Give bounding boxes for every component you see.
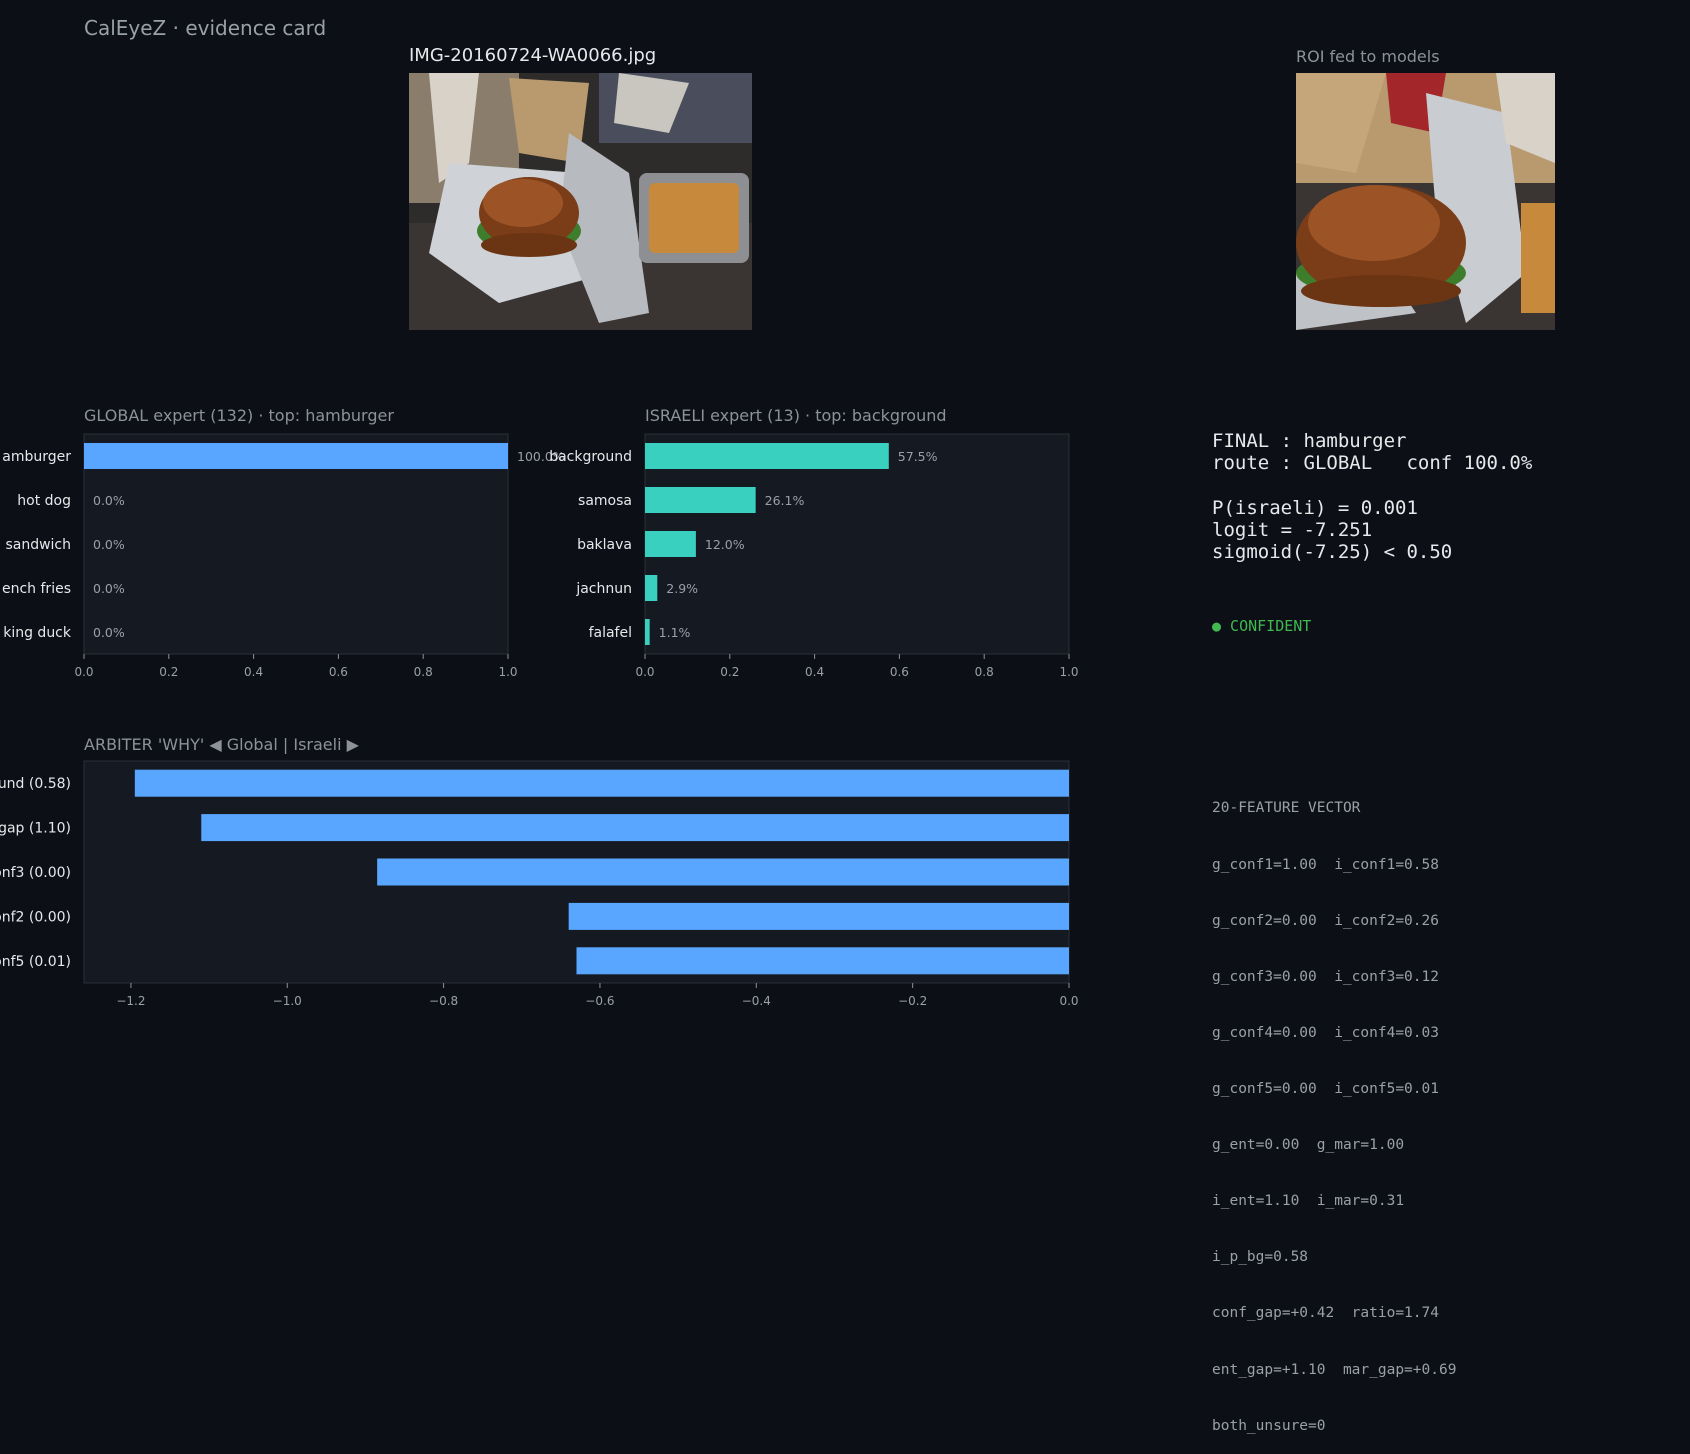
global-value-label: 0.0% [93,537,125,552]
global-tick-label: 0.6 [329,665,348,679]
israeli-bar [645,575,658,601]
israeli-category-label: background [549,449,632,465]
probability-block: P(israeli) = 0.001 logit = -7.251 sigmoid(… [1212,497,1452,563]
israeli-chart-title: ISRAELI expert (13) · top: background [645,406,947,425]
p-israeli-line: P(israeli) = 0.001 [1212,497,1418,519]
israeli-tick-label: 1.0 [1059,665,1078,679]
feature-vector-header: 20-FEATURE VECTOR [1212,800,1361,817]
feature-line: g_conf1=1.00 i_conf1=0.58 [1212,856,1439,873]
israeli-category-label: falafel [589,625,632,641]
feature-line: g_conf3=0.00 i_conf3=0.12 [1212,968,1439,985]
arbiter-category-label: gap (1.10) [0,821,71,837]
israeli-bar [645,531,696,557]
global-value-label: 0.0% [93,581,125,596]
israeli-value-label: 57.5% [898,449,938,464]
global-tick-label: 0.4 [244,665,263,679]
global-bar [84,443,508,469]
arbiter-category-label: onf5 (0.01) [0,954,71,970]
confidence-status: ● CONFIDENT [1212,617,1312,635]
israeli-tick-label: 0.2 [720,665,739,679]
feature-line: g_conf5=0.00 i_conf5=0.01 [1212,1080,1439,1097]
final-decision: FINAL : hamburger route : GLOBAL conf 100… [1212,430,1532,474]
israeli-value-label: 1.1% [659,625,691,640]
arbiter-tick-label: −0.2 [898,994,927,1008]
israeli-tick-label: 0.6 [890,665,909,679]
arbiter-bar [568,902,1069,930]
global-tick-label: 0.8 [414,665,433,679]
arbiter-tick-label: −0.6 [585,994,614,1008]
route-line: route : GLOBAL conf 100.0% [1212,452,1533,474]
feature-line: ent_gap=+1.10 mar_gap=+0.69 [1212,1361,1457,1378]
feature-line: conf_gap=+0.42 ratio=1.74 [1212,1305,1439,1322]
israeli-category-label: baklava [577,537,632,553]
israeli-tick-label: 0.0 [635,665,654,679]
israeli-tick-label: 0.8 [975,665,994,679]
feature-vector: 20-FEATURE VECTOR g_conf1=1.00 i_conf1=0… [1212,762,1456,1454]
israeli-category-label: jachnun [575,581,632,597]
arbiter-bar [134,769,1070,797]
arbiter-chart-title: ARBITER 'WHY' ◀ Global | Israeli ▶ [84,735,360,754]
global-category-label: amburger [2,449,71,465]
global-value-label: 0.0% [93,625,125,640]
arbiter-bar [377,858,1069,886]
israeli-bar [645,619,650,645]
israeli-value-label: 12.0% [705,537,745,552]
global-value-label: 0.0% [93,493,125,508]
arbiter-tick-label: −0.8 [429,994,458,1008]
global-category-label: ench fries [2,581,71,597]
global-category-label: king duck [3,625,72,641]
feature-line: g_ent=0.00 g_mar=1.00 [1212,1137,1405,1154]
global-tick-label: 1.0 [498,665,517,679]
arbiter-tick-label: 0.0 [1059,994,1078,1008]
arbiter-tick-label: −1.2 [116,994,145,1008]
final-line: FINAL : hamburger [1212,430,1407,452]
arbiter-bar [201,814,1069,842]
sigmoid-line: sigmoid(-7.25) < 0.50 [1212,541,1453,563]
global-category-label: sandwich [5,537,71,553]
arbiter-category-label: onf2 (0.00) [0,909,71,925]
israeli-category-label: samosa [578,493,632,509]
logit-line: logit = -7.251 [1212,519,1373,541]
arbiter-tick-label: −0.4 [742,994,771,1008]
feature-line: i_p_bg=0.58 [1212,1249,1309,1266]
israeli-tick-label: 0.4 [805,665,824,679]
israeli-bar [645,487,756,513]
arbiter-bar [576,947,1069,975]
arbiter-category-label: onf3 (0.00) [0,865,71,881]
israeli-value-label: 2.9% [666,581,698,596]
feature-line: both_unsure=0 [1212,1417,1326,1434]
arbiter-category-label: und (0.58) [0,776,71,792]
israeli-bar [645,443,889,469]
israeli-value-label: 26.1% [765,493,805,508]
arbiter-tick-label: −1.0 [273,994,302,1008]
feature-line: g_conf2=0.00 i_conf2=0.26 [1212,912,1439,929]
global-tick-label: 0.2 [159,665,178,679]
global-tick-label: 0.0 [74,665,93,679]
feature-line: i_ent=1.10 i_mar=0.31 [1212,1193,1405,1210]
global-category-label: hot dog [17,493,71,509]
global-chart-title: GLOBAL expert (132) · top: hamburger [84,406,394,425]
